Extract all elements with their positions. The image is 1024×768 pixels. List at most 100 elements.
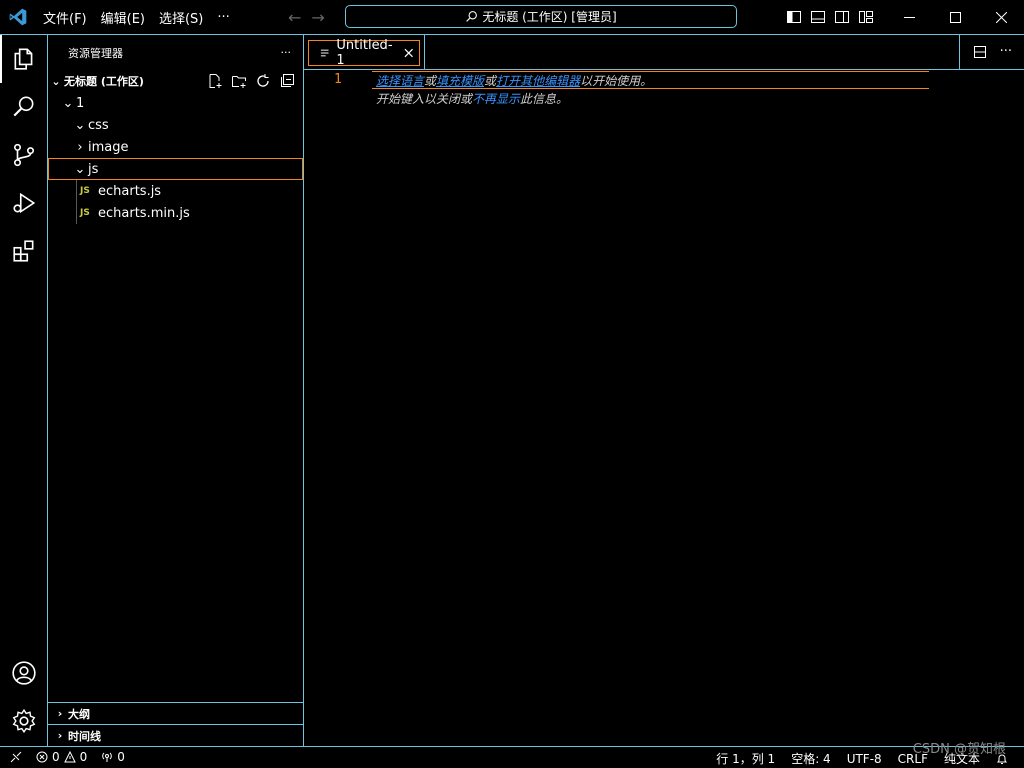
tree-folder-image[interactable]: › image [48, 136, 303, 158]
hint-text: 以开始使用。 [580, 74, 653, 88]
close-icon[interactable] [404, 48, 413, 58]
tree-folder-js[interactable]: ⌄ js [48, 158, 303, 180]
gear-icon [12, 708, 36, 734]
source-control-icon [13, 143, 35, 167]
tree-label: image [88, 139, 129, 155]
minimize-button[interactable] [886, 0, 932, 34]
command-center-search[interactable]: 无标题 (工作区) [管理员] [345, 5, 737, 28]
toggle-panel-icon[interactable] [810, 9, 826, 25]
toggle-secondary-sidebar-icon[interactable] [834, 9, 850, 25]
chevron-right-icon: › [77, 139, 83, 155]
text-file-icon [320, 49, 329, 57]
watermark: CSDN @贺知根 [912, 742, 1006, 757]
timeline-section[interactable]: › 时间线 [48, 724, 304, 746]
close-button[interactable] [978, 0, 1024, 34]
chevron-right-icon: › [57, 707, 63, 720]
back-arrow-icon[interactable]: ← [288, 8, 301, 27]
files-icon [14, 48, 33, 70]
menu-bar: 文件(F) 编辑(E) 选择(S) ··· [38, 0, 239, 34]
menu-selection[interactable]: 选择(S) [154, 8, 208, 27]
tree-label: 1 [76, 95, 85, 111]
title-bar: 文件(F) 编辑(E) 选择(S) ··· ← → 无标题 (工作区) [管理员… [0, 0, 1024, 35]
editor-actions-divider [959, 35, 960, 70]
broadcast-icon [102, 752, 113, 762]
maximize-icon [949, 11, 961, 23]
activity-explorer[interactable] [0, 35, 48, 83]
js-file-icon: JS [80, 208, 90, 218]
remote-icon[interactable] [10, 751, 22, 763]
activity-search[interactable] [0, 83, 48, 131]
js-file-icon: JS [80, 186, 90, 196]
warning-icon [63, 751, 76, 763]
account-icon [12, 661, 36, 685]
hint-text: 或 [424, 74, 437, 88]
tree-file-echarts-min[interactable]: JS echarts.min.js [48, 202, 303, 224]
chevron-down-icon: ⌄ [74, 161, 86, 177]
status-left: 0 0 0 [10, 750, 125, 764]
indent-guide [76, 202, 77, 224]
split-editor-icon[interactable] [972, 44, 988, 60]
indent-guide [76, 180, 77, 202]
warning-count: 0 [79, 750, 88, 764]
tree-folder-css[interactable]: ⌄ css [48, 114, 303, 136]
problems-status[interactable]: 0 0 [36, 750, 87, 764]
activity-manage[interactable] [0, 697, 48, 745]
indentation[interactable]: 空格: 4 [791, 750, 831, 767]
collapse-all-icon[interactable] [279, 73, 295, 89]
menu-more[interactable]: ··· [212, 10, 234, 25]
select-language-link[interactable]: 选择语言 [376, 74, 424, 88]
customize-layout-icon[interactable] [858, 9, 874, 25]
open-other-editor-link[interactable]: 打开其他编辑器 [496, 74, 580, 88]
dont-show-again-link[interactable]: 不再显示 [472, 92, 520, 106]
vscode-logo-icon[interactable] [8, 7, 28, 27]
tab-untitled-1[interactable]: Untitled-1 [308, 38, 420, 68]
outline-label: 大纲 [68, 707, 90, 721]
toggle-primary-sidebar-icon[interactable] [786, 9, 802, 25]
status-bar: 0 0 0 行 1，列 1 空格: 4 UTF-8 CRLF 纯文本 [0, 746, 1024, 768]
workspace-header[interactable]: ⌄ 无标题 (工作区) [48, 70, 303, 92]
hint-text: 此信息。 [520, 92, 569, 106]
tree-folder-1[interactable]: ⌄ 1 [48, 92, 303, 114]
encoding[interactable]: UTF-8 [847, 752, 882, 766]
ports-status[interactable]: 0 [101, 750, 125, 764]
explorer-header: 资源管理器 ··· [48, 35, 303, 70]
workspace-name: 无标题 (工作区) [64, 75, 144, 88]
new-folder-icon[interactable] [231, 73, 247, 89]
hint-text: 或 [484, 74, 497, 88]
chevron-down-icon: ⌄ [74, 117, 86, 133]
new-file-icon[interactable] [207, 73, 223, 89]
outline-section[interactable]: › 大纲 [48, 702, 304, 724]
maximize-button[interactable] [932, 0, 978, 34]
chevron-down-icon: ⌄ [51, 74, 61, 88]
fill-template-link[interactable]: 填充模版 [436, 74, 484, 88]
error-icon [36, 751, 48, 763]
workspace-actions [207, 73, 295, 89]
activity-source-control[interactable] [0, 131, 48, 179]
editor-tabs: Untitled-1 ··· [304, 35, 1024, 70]
menu-file[interactable]: 文件(F) [38, 8, 92, 27]
run-debug-icon [13, 192, 36, 214]
menu-edit[interactable]: 编辑(E) [96, 8, 150, 27]
minimize-icon [903, 16, 915, 18]
explorer-sidebar: 资源管理器 ··· ⌄ 无标题 (工作区) ⌄ 1 ⌄ css › image … [48, 35, 304, 746]
tree-label: css [88, 117, 109, 133]
tab-divider [424, 35, 425, 70]
chevron-down-icon: ⌄ [62, 95, 74, 111]
more-actions-button[interactable]: ··· [1000, 44, 1012, 60]
tree-file-echarts[interactable]: JS echarts.js [48, 180, 303, 202]
search-box-text: 无标题 (工作区) [管理员] [482, 10, 617, 24]
activity-extensions[interactable] [0, 227, 48, 275]
explorer-more-button[interactable]: ··· [281, 46, 292, 59]
explorer-title: 资源管理器 [68, 46, 123, 60]
activity-accounts[interactable] [0, 649, 48, 697]
hint-text: 开始键入以关闭或 [376, 92, 473, 106]
timeline-label: 时间线 [68, 729, 101, 743]
activity-bar [0, 35, 48, 746]
search-icon [13, 96, 34, 117]
window-controls [886, 0, 1024, 34]
forward-arrow-icon[interactable]: → [311, 8, 324, 27]
editor-area[interactable]: 1 选择语言或填充模版或打开其他编辑器以开始使用。 开始键入以关闭或不再显示此信… [304, 70, 1024, 746]
cursor-position[interactable]: 行 1，列 1 [716, 750, 775, 767]
refresh-icon[interactable] [255, 73, 271, 89]
activity-run-debug[interactable] [0, 179, 48, 227]
